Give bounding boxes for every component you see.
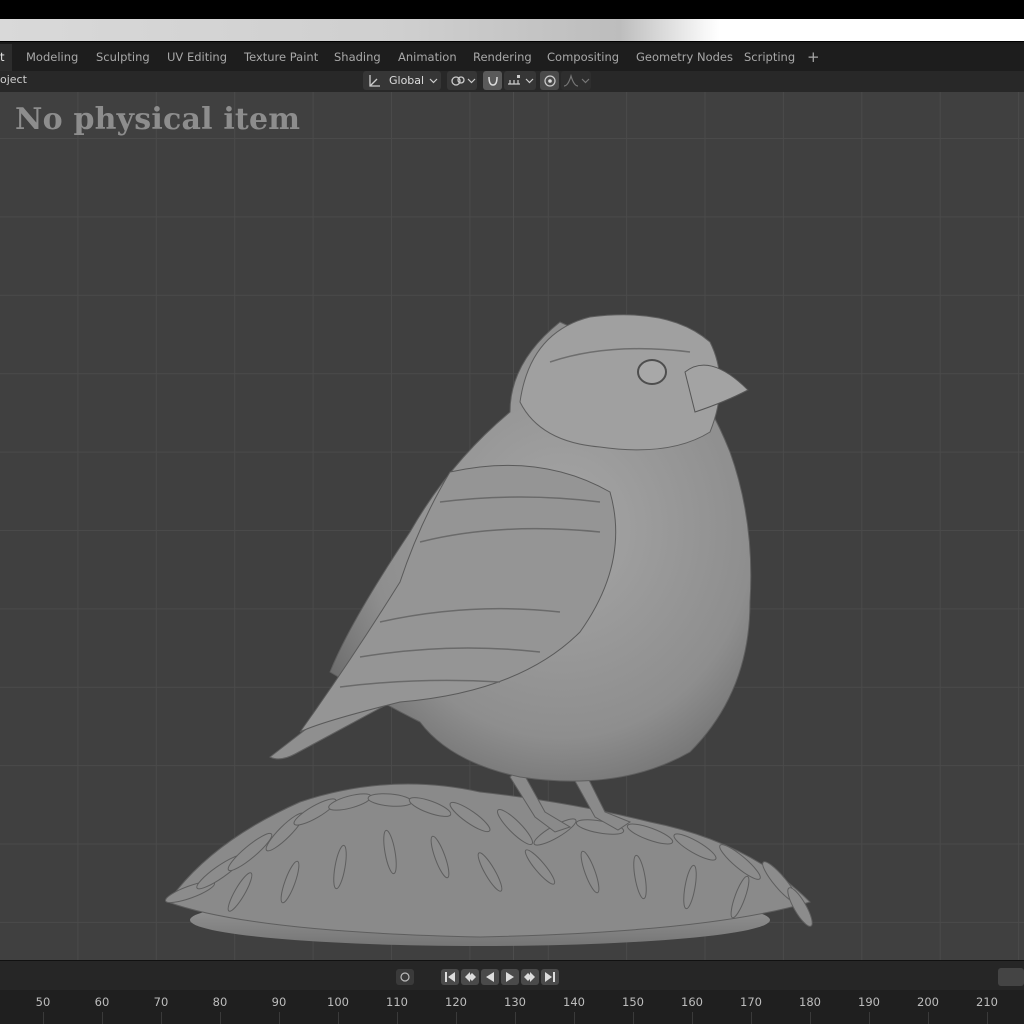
frame-tick-line <box>692 1012 693 1024</box>
frame-tick-label: 90 <box>271 995 287 1009</box>
window-top-strip <box>0 0 1024 42</box>
jump-start-icon <box>445 972 455 982</box>
keyframe-dot-button[interactable] <box>396 969 414 985</box>
timeline-ruler[interactable]: 50 60 70 80 90 100 110 120 130 140 150 1… <box>0 990 1024 1024</box>
add-workspace-button[interactable]: + <box>797 44 830 71</box>
bird-eye <box>637 359 667 385</box>
proportional-edit-toggle[interactable] <box>540 71 559 90</box>
frame-tick-label: 50 <box>35 995 51 1009</box>
object-menu[interactable]: oject <box>0 73 27 86</box>
prev-keyframe-button[interactable] <box>461 969 479 985</box>
frame-tick-line <box>869 1012 870 1024</box>
tab-compositing[interactable]: Compositing <box>537 44 629 71</box>
frame-tick-line <box>161 1012 162 1024</box>
play-reverse-icon <box>486 972 494 982</box>
next-keyframe-button[interactable] <box>521 969 539 985</box>
play-reverse-button[interactable] <box>481 969 499 985</box>
frame-tick-line <box>279 1012 280 1024</box>
sculpted-bird-model[interactable] <box>150 202 850 960</box>
frame-tick-label: 200 <box>917 995 939 1009</box>
tab-uv-editing[interactable]: UV Editing <box>157 44 237 71</box>
frame-tick-line <box>987 1012 988 1024</box>
falloff-dropdown[interactable] <box>561 71 591 90</box>
tab-animation[interactable]: Animation <box>388 44 467 71</box>
current-frame-field[interactable] <box>998 968 1024 986</box>
viewport-header: oject Global <box>0 71 1024 92</box>
frame-tick-line <box>220 1012 221 1024</box>
timeline-header <box>0 960 1024 990</box>
frame-tick-label: 190 <box>858 995 880 1009</box>
tab-texture-paint[interactable]: Texture Paint <box>234 44 328 71</box>
frame-tick-label: 100 <box>327 995 349 1009</box>
jump-end-button[interactable] <box>541 969 559 985</box>
frame-tick-line <box>456 1012 457 1024</box>
frame-tick-line <box>810 1012 811 1024</box>
frame-tick-label: 160 <box>681 995 703 1009</box>
tab-shading[interactable]: Shading <box>324 44 391 71</box>
tab-scripting[interactable]: Scripting <box>734 44 805 71</box>
frame-tick-line <box>633 1012 634 1024</box>
frame-tick-line <box>338 1012 339 1024</box>
pivot-point-dropdown[interactable] <box>447 71 477 90</box>
snap-toggle[interactable] <box>483 71 502 90</box>
prev-keyframe-icon <box>465 972 476 982</box>
frame-tick-line <box>574 1012 575 1024</box>
transform-orientation-value: Global <box>389 74 425 87</box>
3d-viewport[interactable]: No physical item <box>0 92 1024 960</box>
frame-tick-label: 60 <box>94 995 110 1009</box>
play-button[interactable] <box>501 969 519 985</box>
watermark-text: No physical item <box>15 102 301 137</box>
frame-tick-line <box>43 1012 44 1024</box>
tab-modeling[interactable]: Modeling <box>16 44 88 71</box>
frame-tick-label: 140 <box>563 995 585 1009</box>
frame-tick-label: 170 <box>740 995 762 1009</box>
frame-tick-label: 150 <box>622 995 644 1009</box>
tab-sculpting[interactable]: Sculpting <box>86 44 160 71</box>
frame-tick-label: 70 <box>153 995 169 1009</box>
play-icon <box>506 972 514 982</box>
tab-geometry-nodes[interactable]: Geometry Nodes <box>626 44 743 71</box>
jump-start-button[interactable] <box>441 969 459 985</box>
tab-layout[interactable]: t <box>0 44 12 71</box>
next-keyframe-icon <box>524 972 535 982</box>
frame-tick-label: 80 <box>212 995 228 1009</box>
transform-orientation-dropdown[interactable]: Global <box>363 71 441 90</box>
jump-end-icon <box>545 972 555 982</box>
frame-tick-label: 130 <box>504 995 526 1009</box>
snap-target-dropdown[interactable] <box>504 71 536 90</box>
frame-tick-line <box>397 1012 398 1024</box>
frame-tick-line <box>515 1012 516 1024</box>
frame-tick-line <box>928 1012 929 1024</box>
frame-tick-label: 110 <box>386 995 408 1009</box>
frame-tick-label: 120 <box>445 995 467 1009</box>
keyframe-dot-icon <box>400 972 410 982</box>
title-strip <box>0 19 1024 41</box>
frame-tick-label: 210 <box>976 995 998 1009</box>
workspace-tabs: t Modeling Sculpting UV Editing Texture … <box>0 44 1024 71</box>
frame-tick-line <box>751 1012 752 1024</box>
grass-base <box>164 783 813 938</box>
tab-rendering[interactable]: Rendering <box>463 44 542 71</box>
frame-tick-label: 180 <box>799 995 821 1009</box>
frame-tick-line <box>102 1012 103 1024</box>
